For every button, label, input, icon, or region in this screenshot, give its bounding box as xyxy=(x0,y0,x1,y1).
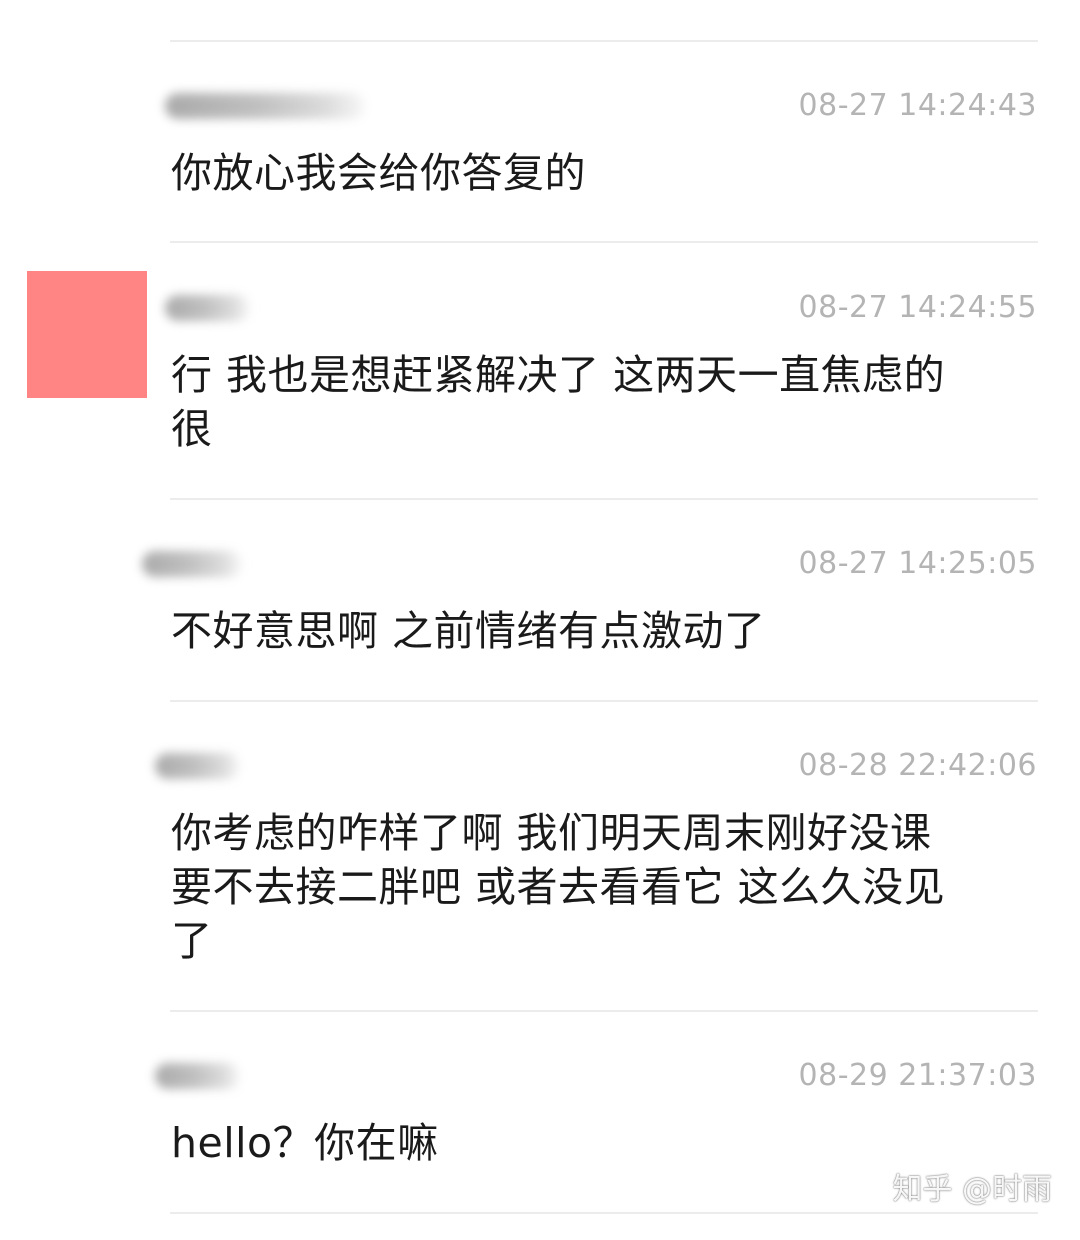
message-timestamp: 08-28 22:42:06 xyxy=(798,748,1037,783)
message-text: 你考虑的咋样了啊 我们明天周末刚好没课 要不去接二胖吧 或者去看看它 这么久没见… xyxy=(171,809,946,965)
message-timestamp: 08-29 21:37:03 xyxy=(798,1058,1037,1093)
message-divider xyxy=(170,700,1038,702)
message-divider xyxy=(170,1010,1038,1012)
message-text: 不好意思啊 之前情绪有点激动了 xyxy=(171,607,766,655)
message-timestamp: 08-27 14:25:05 xyxy=(798,546,1037,581)
message-divider xyxy=(170,241,1038,243)
message-divider xyxy=(170,1212,1038,1214)
message-divider xyxy=(170,498,1038,500)
message-text: 你放心我会给你答复的 xyxy=(171,149,586,197)
message-text: hello？你在嘛 xyxy=(171,1119,439,1167)
sender-name-blurred xyxy=(155,1063,240,1089)
sender-name-blurred xyxy=(155,753,240,779)
message-text: 行 我也是想赶紧解决了 这两天一直焦虑的 很 xyxy=(171,351,946,453)
message-timestamp: 08-27 14:24:43 xyxy=(798,88,1037,123)
sender-name-blurred xyxy=(165,295,250,321)
watermark: 知乎 @时雨 xyxy=(892,1172,1052,1207)
sender-name-blurred xyxy=(142,551,242,577)
sender-name-blurred xyxy=(165,93,365,119)
message-divider xyxy=(170,40,1038,42)
message-timestamp: 08-27 14:24:55 xyxy=(798,290,1037,325)
avatar[interactable] xyxy=(27,271,147,398)
